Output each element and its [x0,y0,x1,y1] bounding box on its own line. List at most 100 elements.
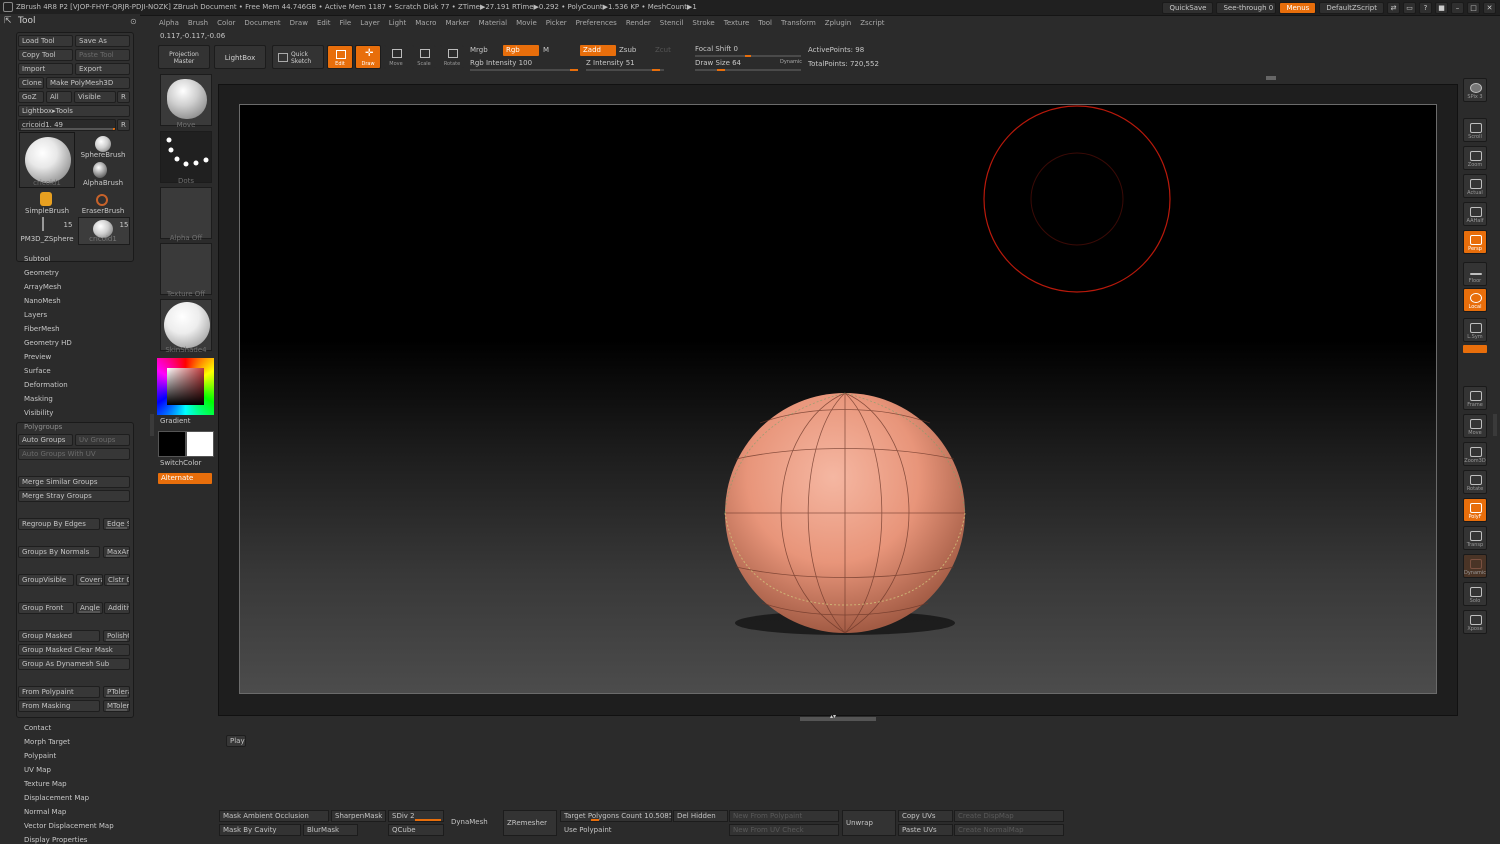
document-canvas[interactable] [239,104,1437,694]
section-subtool[interactable]: Subtool [24,255,51,263]
zcut-button[interactable]: Zcut [655,45,671,56]
m-button[interactable]: M [543,45,549,56]
menu-preferences[interactable]: Preferences [576,16,617,30]
floor-button[interactable]: Floor [1463,262,1487,286]
play-button[interactable]: Play [226,735,246,747]
move-button[interactable]: Move [384,45,408,69]
section-masking[interactable]: Masking [24,395,53,403]
main-color-swatch[interactable] [158,431,186,457]
group-front-button[interactable]: Group Front [18,602,74,614]
goz-visible-button[interactable]: Visible [74,91,116,103]
menu-material[interactable]: Material [479,16,507,30]
rgb-intensity-slider[interactable]: Rgb Intensity 100 [470,58,578,71]
import-button[interactable]: Import [18,63,73,75]
quicksave-button[interactable]: QuickSave [1162,2,1214,14]
dock-icon[interactable]: ⊙ [130,17,137,26]
create-dispmap-button[interactable]: Create DispMap [954,810,1064,822]
new-from-polypaint-button[interactable]: New From Polypaint [729,810,839,822]
coverage-slider[interactable]: Covera [76,574,103,586]
section-surface[interactable]: Surface [24,367,51,375]
group-masked-clear-mask-button[interactable]: Group Masked Clear Mask [18,644,130,656]
ptolerance-slider[interactable]: PTolera [103,686,130,698]
from-masking-button[interactable]: From Masking [18,700,100,712]
rotate-view-button[interactable]: Rotate [1463,470,1487,494]
default-zscript-button[interactable]: DefaultZScript [1319,2,1384,14]
clone-button[interactable]: Clone [18,77,44,89]
eraser-brush-icon[interactable] [96,194,108,206]
section-geometry-hd[interactable]: Geometry HD [24,339,72,347]
simple-brush-icon[interactable] [40,192,52,206]
group-masked-button[interactable]: Group Masked [18,630,100,642]
goz-r-button[interactable]: R [117,91,130,103]
mask-by-cavity-button[interactable]: Mask By Cavity [219,824,301,836]
maxangle-slider[interactable]: MaxAng [103,546,130,558]
sdiv-slider[interactable]: SDiv 2 [388,810,444,822]
help-icon[interactable]: ? [1419,2,1432,14]
polygroups-header[interactable]: Polygroups [24,423,62,431]
menu-stroke[interactable]: Stroke [692,16,714,30]
menu-transform[interactable]: Transform [781,16,816,30]
section-texture-map[interactable]: Texture Map [24,780,67,788]
stroke-dots-tile[interactable] [160,131,212,183]
projection-master-button[interactable]: Projection Master [158,45,210,69]
aahalf-button[interactable]: AAHalf [1463,202,1487,226]
draw-button[interactable]: ✛ Draw [355,45,381,69]
copy-tool-button[interactable]: Copy Tool [18,49,73,61]
zsub-button[interactable]: Zsub [619,45,636,56]
edge-score-slider[interactable]: Edge Sc [103,518,130,530]
move-view-button[interactable]: Move [1463,414,1487,438]
menu-zplugin[interactable]: Zplugin [825,16,851,30]
menu-zscript[interactable]: Zscript [860,16,884,30]
menu-document[interactable]: Document [244,16,280,30]
mask-ambient-occlusion-button[interactable]: Mask Ambient Occlusion [219,810,329,822]
section-vector-displacement-map[interactable]: Vector Displacement Map [24,822,114,830]
menu-marker[interactable]: Marker [445,16,469,30]
rotate-button[interactable]: Rotate [440,45,464,69]
canvas-resize-handle[interactable]: ▴▾ [800,713,876,721]
section-contact[interactable]: Contact [24,724,51,732]
menu-stencil[interactable]: Stencil [660,16,684,30]
left-divider[interactable] [150,414,154,436]
texture-tile[interactable] [160,243,212,295]
groups-by-normals-button[interactable]: Groups By Normals [18,546,100,558]
section-morph-target[interactable]: Morph Target [24,738,70,746]
qcube-button[interactable]: QCube [388,824,444,836]
auto-groups-uv-button[interactable]: Auto Groups With UV [18,448,130,460]
rgb-button[interactable]: Rgb [503,45,539,56]
paste-tool-button[interactable]: Paste Tool [75,49,130,61]
make-polymesh-button[interactable]: Make PolyMesh3D [46,77,130,89]
actual-button[interactable]: Actual [1463,174,1487,198]
menu-layer[interactable]: Layer [360,16,380,30]
menu-alpha[interactable]: Alpha [159,16,179,30]
zoom-button[interactable]: Zoom [1463,146,1487,170]
sharpen-mask-button[interactable]: SharpenMask [331,810,386,822]
menu-color[interactable]: Color [217,16,235,30]
uv-groups-button[interactable]: Uv Groups [75,434,130,446]
spix-button[interactable]: SPix 3 [1463,78,1487,102]
shelf-scroll-handle[interactable] [1266,76,1276,80]
menu-file[interactable]: File [340,16,352,30]
menu-light[interactable]: Light [389,16,406,30]
target-polygons-slider[interactable]: Target Polygons Count 10.50858 [560,810,672,822]
section-arraymesh[interactable]: ArrayMesh [24,283,61,291]
save-ui-icon[interactable]: ■ [1435,2,1448,14]
menu-draw[interactable]: Draw [290,16,308,30]
section-geometry[interactable]: Geometry [24,269,59,277]
section-preview[interactable]: Preview [24,353,51,361]
export-button[interactable]: Export [75,63,130,75]
alternate-button[interactable]: Alternate [158,473,212,484]
mrgb-button[interactable]: Mrgb [470,45,488,56]
menu-render[interactable]: Render [626,16,651,30]
blur-mask-button[interactable]: BlurMask [303,824,358,836]
lightbox-tools-button[interactable]: Lightbox▸Tools [18,105,130,117]
regroup-by-edges-button[interactable]: Regroup By Edges [18,518,100,530]
unwrap-button[interactable]: Unwrap [842,810,896,836]
angle-slider[interactable]: Angle [76,602,103,614]
tool-r-button[interactable]: R [117,119,130,131]
xpose-button[interactable]: Xpose [1463,610,1487,634]
see-through-slider[interactable]: See-through 0 [1216,2,1277,14]
current-tool-slider[interactable]: cricoid1. 49 [18,119,116,131]
use-polypaint-toggle[interactable]: Use Polypaint [560,824,672,836]
focal-shift-slider[interactable]: Focal Shift 0 [695,44,801,57]
section-normal-map[interactable]: Normal Map [24,808,66,816]
